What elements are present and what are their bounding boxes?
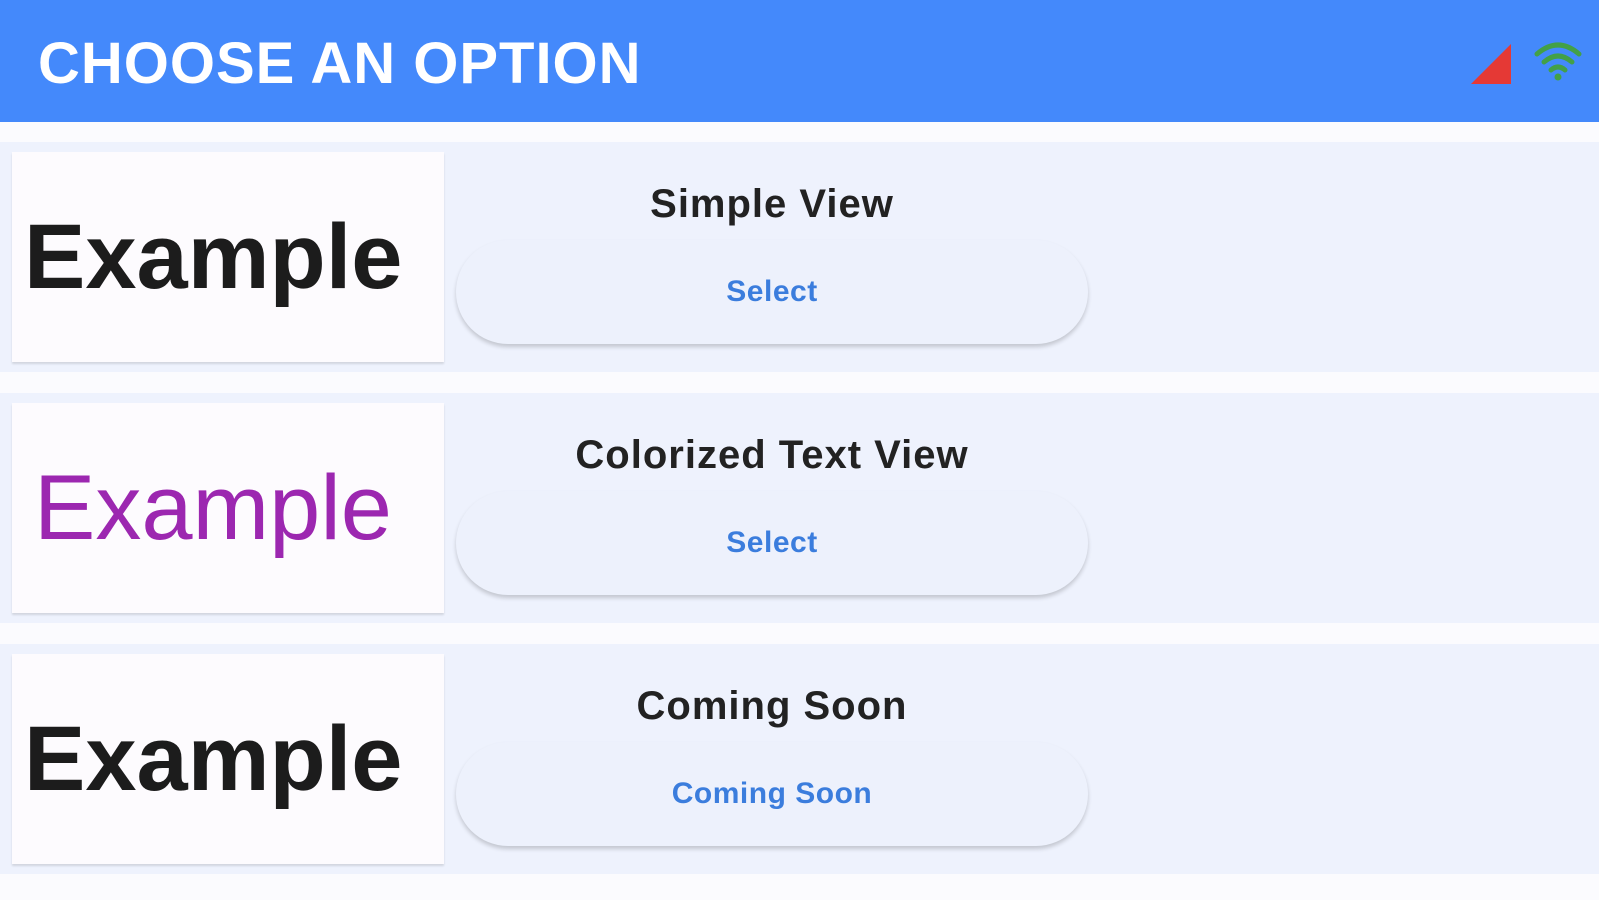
option-card-simple-view: Example Simple View Select — [0, 142, 1599, 372]
preview-thumbnail: Example — [12, 403, 444, 613]
options-list: Example Simple View Select Example Color… — [0, 122, 1599, 900]
app-bar: CHOOSE AN OPTION — [0, 0, 1599, 122]
preview-thumbnail: Example — [12, 152, 444, 362]
wifi-icon — [1534, 42, 1582, 81]
page-title: CHOOSE AN OPTION — [38, 31, 642, 96]
preview-text: Example — [34, 457, 392, 559]
select-button-label: Select — [726, 526, 818, 559]
coming-soon-button[interactable]: Coming Soon — [456, 742, 1088, 846]
preview-thumbnail: Example — [12, 654, 444, 864]
status-icons — [1469, 38, 1599, 88]
preview-text: Example — [24, 708, 403, 810]
coming-soon-button-label: Coming Soon — [671, 777, 873, 810]
option-card-coming-soon: Example Coming Soon Coming Soon — [0, 644, 1599, 874]
select-button[interactable]: Select — [456, 240, 1088, 344]
option-title: Simple View — [650, 182, 894, 226]
cellular-signal-icon — [1471, 44, 1511, 84]
select-button[interactable]: Select — [456, 491, 1088, 595]
option-card-colorized-text-view: Example Colorized Text View Select — [0, 393, 1599, 623]
select-button-label: Select — [726, 275, 818, 308]
option-title: Colorized Text View — [575, 433, 969, 477]
option-title: Coming Soon — [636, 684, 908, 728]
preview-text: Example — [24, 206, 403, 308]
